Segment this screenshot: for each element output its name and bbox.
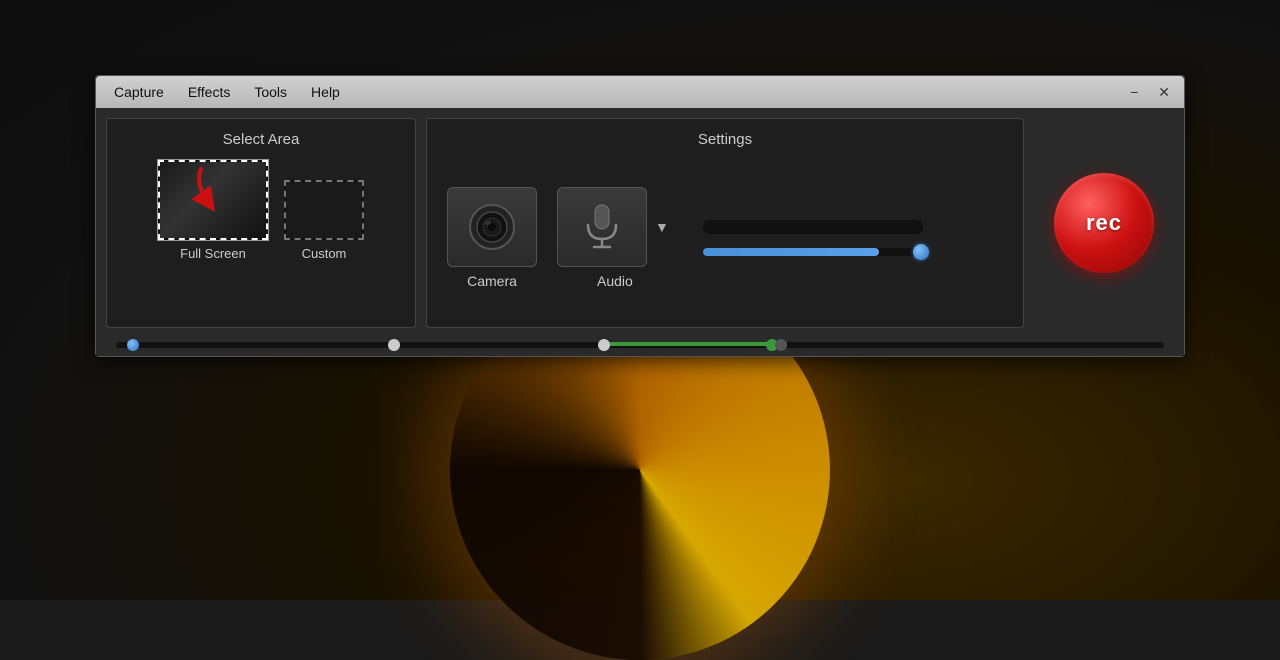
menu-help[interactable]: Help — [301, 82, 350, 102]
menu-tools[interactable]: Tools — [244, 82, 297, 102]
camera-button[interactable]: Camera — [447, 187, 537, 289]
settings-title: Settings — [447, 131, 1003, 148]
main-content: Select Area — [96, 108, 1184, 338]
minimize-button[interactable]: − — [1124, 83, 1144, 101]
close-button[interactable]: ✕ — [1152, 83, 1176, 101]
select-area-panel: Select Area — [106, 118, 416, 328]
volume-max-bar — [703, 220, 923, 234]
arrow-annotation — [183, 164, 243, 224]
menu-effects[interactable]: Effects — [178, 82, 241, 102]
progress-fill — [609, 342, 787, 346]
volume-slider[interactable] — [703, 248, 923, 256]
settings-panel: Settings Ca — [426, 118, 1024, 328]
menu-bar: Capture Effects Tools Help — [104, 82, 350, 102]
rec-button-area: rec — [1034, 118, 1174, 328]
thumb-2[interactable] — [388, 339, 400, 351]
camera-icon-box — [447, 187, 537, 267]
fullscreen-preview — [158, 160, 268, 240]
custom-option[interactable]: Custom — [284, 180, 364, 261]
rec-label: rec — [1086, 210, 1122, 236]
audio-icon-box — [557, 187, 647, 267]
audio-label: Audio — [597, 273, 633, 289]
volume-track — [703, 248, 923, 256]
thumb-1[interactable] — [127, 339, 139, 351]
audio-wrapper: ▼ Audio — [557, 187, 673, 289]
thumb-5[interactable] — [775, 339, 787, 351]
camera-icon — [466, 201, 518, 253]
menu-capture[interactable]: Capture — [104, 82, 174, 102]
volume-fill — [703, 248, 879, 256]
volume-thumb — [913, 244, 929, 260]
thumb-3[interactable] — [598, 339, 610, 351]
title-bar: Capture Effects Tools Help − ✕ — [96, 76, 1184, 108]
audio-button[interactable] — [557, 187, 647, 267]
audio-dropdown-arrow[interactable]: ▼ — [651, 217, 673, 237]
camera-label: Camera — [467, 273, 517, 289]
custom-preview — [284, 180, 364, 240]
audio-btn-row: ▼ — [557, 187, 673, 267]
area-options: Full Screen Custom — [158, 160, 364, 261]
select-area-title: Select Area — [223, 131, 300, 148]
window-controls: − ✕ — [1124, 83, 1176, 101]
volume-area — [693, 220, 1003, 256]
microphone-icon — [582, 201, 622, 253]
main-window: Capture Effects Tools Help − ✕ Select Ar… — [95, 75, 1185, 357]
custom-label: Custom — [302, 246, 347, 261]
settings-options: Camera — [447, 160, 1003, 315]
fullscreen-option[interactable]: Full Screen — [158, 160, 268, 261]
rec-button[interactable]: rec — [1054, 173, 1154, 273]
fullscreen-label: Full Screen — [180, 246, 246, 261]
progress-track[interactable] — [116, 342, 1164, 348]
bottom-bar — [96, 338, 1184, 356]
